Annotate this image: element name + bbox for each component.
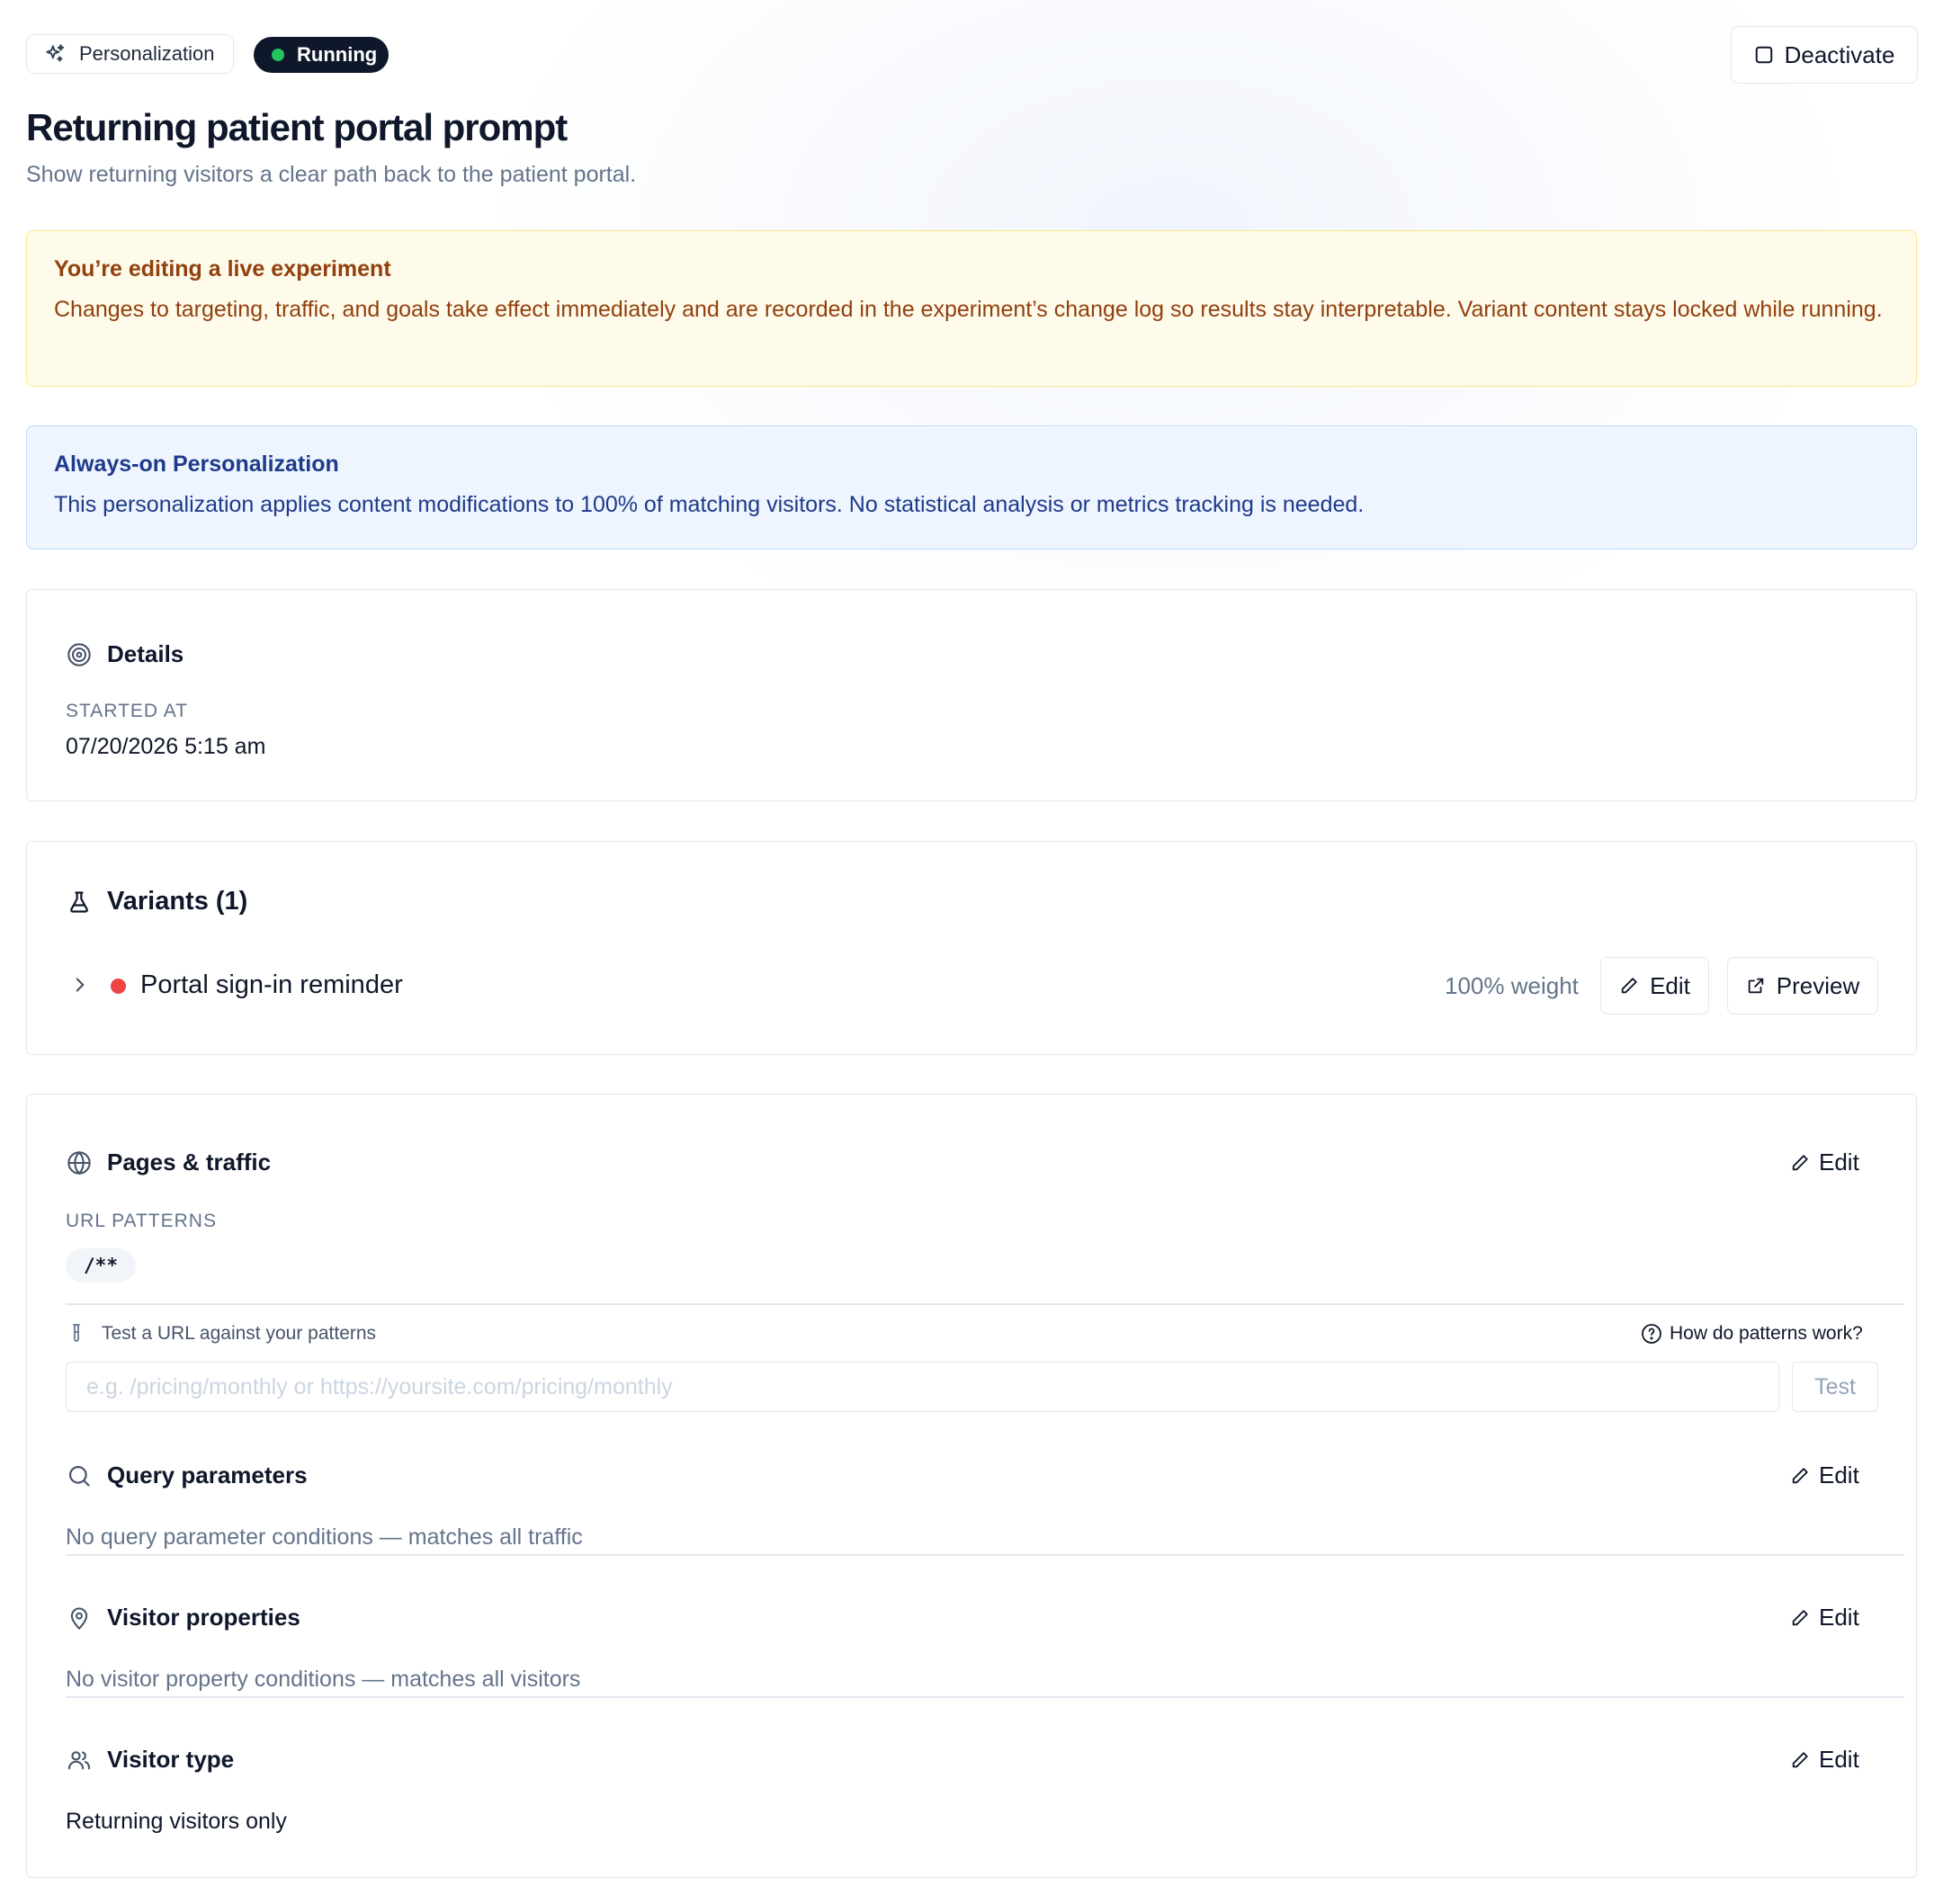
query-value: No query parameter conditions — matches … (66, 1524, 583, 1550)
pages-traffic-card: Pages & traffic Edit URL PATTERNS /** Te… (26, 1094, 1917, 1878)
warning-body: Changes to targeting, traffic, and goals… (54, 297, 1883, 322)
visitor-props-edit-label: Edit (1819, 1604, 1859, 1631)
divider (66, 1696, 1904, 1698)
url-patterns-label: URL PATTERNS (66, 1211, 217, 1231)
patterns-help-link[interactable]: How do patterns work? (1641, 1323, 1863, 1345)
test-url-label-row: Test a URL against your patterns (66, 1323, 376, 1345)
variant-edit-label: Edit (1650, 971, 1690, 999)
target-icon (66, 641, 93, 668)
variants-card: Variants (1) Portal sign-in reminder 100… (26, 841, 1917, 1055)
users-icon (66, 1747, 93, 1774)
details-heading-label: Details (107, 640, 184, 667)
query-heading: Query parameters (66, 1462, 308, 1489)
visitor-type-edit-label: Edit (1819, 1746, 1859, 1773)
info-title: Always-on Personalization (54, 451, 339, 477)
pages-heading: Pages & traffic (66, 1149, 271, 1176)
map-pin-icon (66, 1605, 93, 1631)
divider (66, 1303, 1904, 1305)
patterns-help-label: How do patterns work? (1670, 1323, 1863, 1344)
query-edit-label: Edit (1819, 1462, 1859, 1488)
pencil-icon (1619, 976, 1639, 996)
status-dot (272, 49, 284, 61)
pencil-icon (1790, 1608, 1810, 1628)
globe-icon (66, 1149, 93, 1176)
variant-name: Portal sign-in reminder (140, 970, 403, 999)
details-card: Details STARTED AT 07/20/2026 5:15 am (26, 589, 1917, 801)
test-url-label: Test a URL against your patterns (102, 1323, 377, 1344)
pencil-icon (1790, 1750, 1810, 1770)
variant-weight: 100% weight (1445, 972, 1579, 999)
variant-preview-button[interactable]: Preview (1727, 957, 1878, 1015)
variants-heading: Variants (1) (66, 887, 247, 916)
status-label: Running (297, 43, 378, 66)
status-badge: Running (254, 37, 389, 73)
page-subtitle: Show returning visitors a clear path bac… (26, 162, 637, 187)
live-experiment-warning: You’re editing a live experiment Changes… (26, 230, 1917, 387)
divider (66, 1554, 1904, 1556)
variants-heading-label: Variants (1) (107, 887, 248, 916)
query-heading-label: Query parameters (107, 1462, 308, 1488)
external-link-icon (1746, 976, 1766, 996)
visitor-props-edit-button[interactable]: Edit (1790, 1604, 1859, 1631)
info-body: This personalization applies content mod… (54, 492, 1365, 517)
help-circle-icon (1641, 1323, 1662, 1345)
warning-title: You’re editing a live experiment (54, 256, 391, 282)
pages-edit-label: Edit (1819, 1149, 1859, 1175)
test-tube-icon (66, 1323, 87, 1345)
pages-heading-label: Pages & traffic (107, 1149, 272, 1175)
chevron-right-icon[interactable] (68, 973, 92, 997)
visitor-type-heading-label: Visitor type (107, 1746, 235, 1773)
sparkles-icon (43, 42, 67, 66)
query-edit-button[interactable]: Edit (1790, 1462, 1859, 1489)
page-title: Returning patient portal prompt (26, 106, 568, 148)
type-badge: Personalization (26, 34, 234, 74)
flask-icon (66, 889, 93, 916)
started-at-value: 07/20/2026 5:15 am (66, 734, 266, 759)
visitor-type-value: Returning visitors only (66, 1809, 287, 1834)
deactivate-label: Deactivate (1784, 40, 1895, 68)
pencil-icon (1790, 1466, 1810, 1486)
stop-square-icon (1754, 45, 1774, 65)
visitor-props-heading-label: Visitor properties (107, 1604, 300, 1631)
search-icon (66, 1462, 93, 1489)
variant-row: Portal sign-in reminder 100% weight Edit… (27, 957, 1916, 1015)
pages-edit-button[interactable]: Edit (1790, 1149, 1859, 1176)
details-heading: Details (66, 640, 184, 668)
started-at-label: STARTED AT (66, 701, 189, 721)
visitor-type-heading: Visitor type (66, 1746, 234, 1774)
variant-color-dot (111, 979, 126, 994)
always-on-info: Always-on Personalization This personali… (26, 425, 1917, 550)
variant-edit-button[interactable]: Edit (1600, 957, 1709, 1015)
type-badge-label: Personalization (79, 42, 215, 65)
deactivate-button[interactable]: Deactivate (1731, 26, 1918, 84)
test-url-input[interactable] (66, 1362, 1779, 1412)
visitor-props-value: No visitor property conditions — matches… (66, 1667, 581, 1692)
url-pattern-chip: /** (66, 1248, 136, 1283)
variant-preview-label: Preview (1776, 971, 1860, 999)
pencil-icon (1790, 1153, 1810, 1173)
visitor-props-heading: Visitor properties (66, 1604, 300, 1631)
visitor-type-edit-button[interactable]: Edit (1790, 1746, 1859, 1774)
test-url-button[interactable]: Test (1792, 1362, 1878, 1412)
